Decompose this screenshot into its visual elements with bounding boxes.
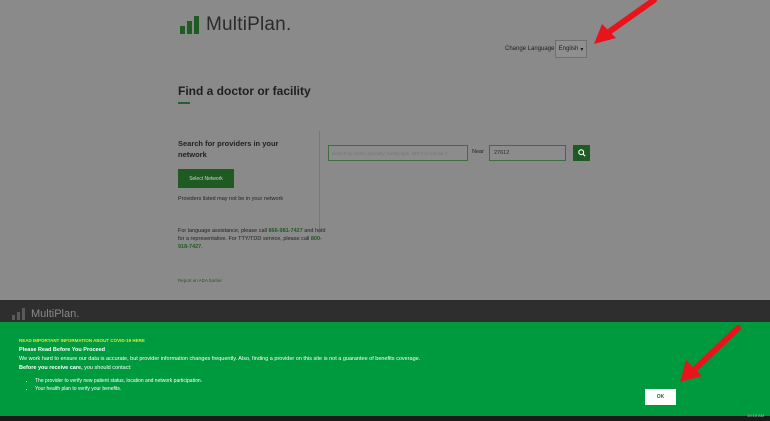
- taskbar-clock: 10:15 AM: [747, 413, 764, 418]
- footer-logo-text: MultiPlan.: [31, 308, 80, 320]
- assist-prefix: For language assistance, please call: [178, 228, 269, 234]
- logo-text: MultiPlan.: [206, 14, 292, 35]
- change-language-label: Change Language: [505, 46, 555, 52]
- list-item: The provider to verify new patient statu…: [35, 377, 202, 385]
- covid-info-link[interactable]: READ IMPORTANT INFORMATION ABOUT COVID-1…: [19, 338, 145, 343]
- banner-paragraph: We work hard to ensure our data is accur…: [19, 356, 421, 362]
- select-network-button[interactable]: Select Network: [178, 169, 234, 188]
- language-select[interactable]: English ▾: [555, 40, 587, 58]
- search-icon: [577, 149, 586, 157]
- banner-care-rest: you should contact:: [82, 365, 132, 371]
- banner-contact-list: The provider to verify new patient statu…: [27, 377, 202, 393]
- near-label: Near: [472, 149, 484, 155]
- provider-search-input[interactable]: [328, 145, 468, 161]
- location-zip-input[interactable]: [489, 145, 566, 161]
- chevron-down-icon: ▾: [580, 46, 584, 53]
- assist-suffix: .: [201, 244, 203, 250]
- arrow-annotation-icon: [594, 0, 657, 44]
- arrow-annotation-icon: [680, 325, 741, 382]
- report-ada-barrier-link[interactable]: Report an ADA barrier: [178, 278, 222, 283]
- list-item: Your health plan to verify your benefits…: [35, 385, 202, 393]
- footer-logo-mark-icon: [12, 308, 28, 320]
- language-assistance-text: For language assistance, please call 866…: [178, 227, 328, 251]
- banner-heading: Please Read Before You Proceed: [19, 347, 105, 353]
- taskbar: 10:15 AM: [0, 413, 770, 421]
- assist-phone-link[interactable]: 866-981-7427: [269, 228, 303, 234]
- multiplan-logo[interactable]: MultiPlan.: [180, 14, 291, 36]
- banner-care-bold: Before you receive care,: [19, 365, 83, 371]
- footer: MultiPlan.: [0, 300, 770, 322]
- page-title: Find a doctor or facility: [178, 84, 311, 98]
- language-select-value: English: [558, 46, 579, 52]
- search-button[interactable]: [573, 145, 590, 161]
- section-heading: Search for providers in your network: [178, 139, 279, 159]
- network-note: Providers listed may not be in your netw…: [178, 196, 284, 202]
- vertical-divider: [319, 131, 320, 233]
- banner-care-line: Before you receive care, you should cont…: [19, 365, 132, 371]
- disclaimer-banner: READ IMPORTANT INFORMATION ABOUT COVID-1…: [0, 322, 770, 416]
- title-underline: [178, 102, 190, 104]
- footer-logo: MultiPlan.: [12, 308, 79, 320]
- ok-button[interactable]: OK: [645, 389, 676, 405]
- logo-mark-icon: [180, 16, 202, 34]
